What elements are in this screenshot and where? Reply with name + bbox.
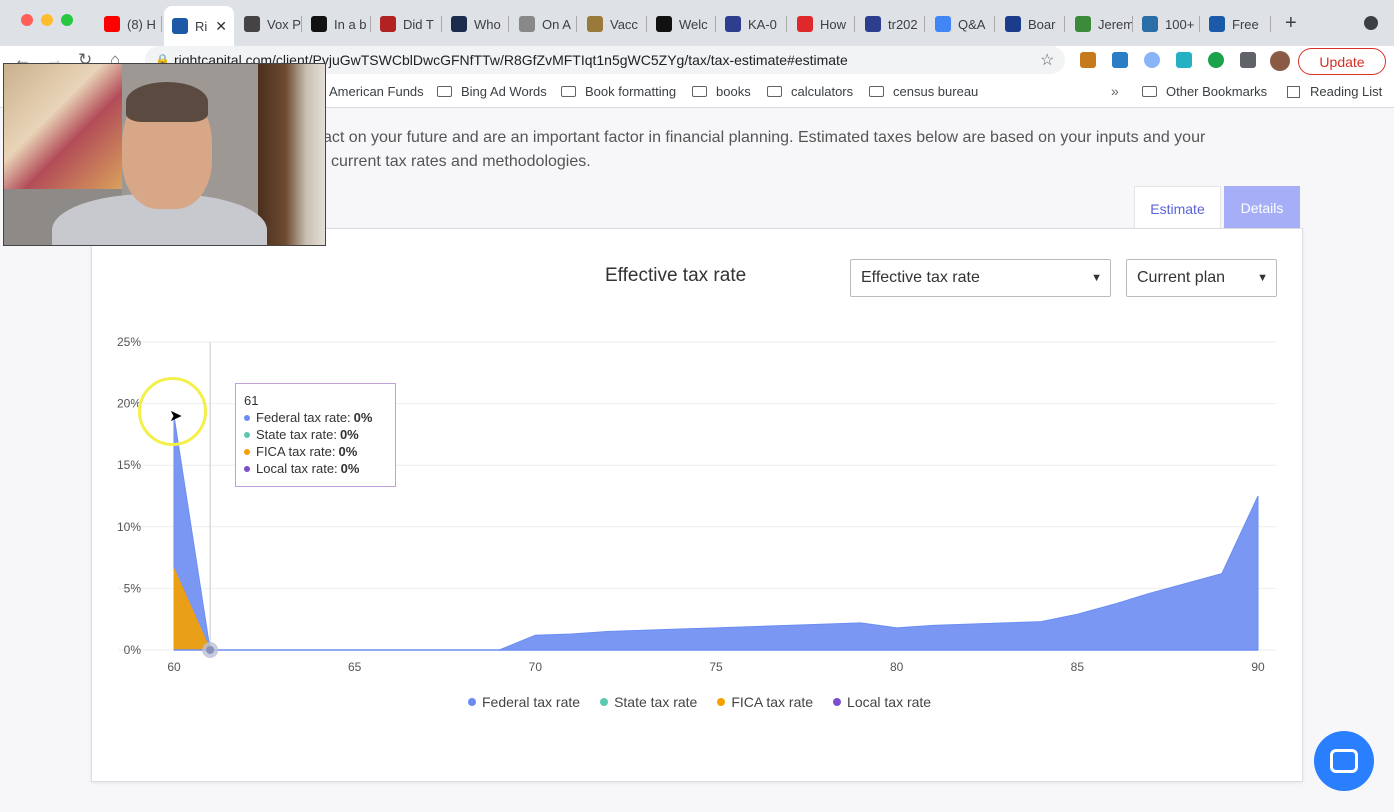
tooltip-label: FICA tax rate: bbox=[256, 444, 336, 459]
tooltip-row: FICA tax rate: 0% bbox=[244, 443, 387, 460]
legend-label: State tax rate bbox=[614, 694, 698, 710]
x-tick-label: 60 bbox=[167, 660, 181, 674]
x-tick-label: 80 bbox=[890, 660, 904, 674]
legend-label: Federal tax rate bbox=[482, 694, 581, 710]
x-tick-label: 90 bbox=[1251, 660, 1265, 674]
webcam-painting bbox=[4, 64, 122, 189]
webcam-person-hair bbox=[126, 82, 208, 122]
x-tick-label: 65 bbox=[348, 660, 362, 674]
local-dot bbox=[244, 465, 250, 472]
tooltip-value: 0% bbox=[340, 461, 360, 476]
legend-federal[interactable]: Federal tax rate bbox=[468, 694, 580, 710]
webcam-background bbox=[258, 64, 325, 245]
x-tick-label: 70 bbox=[529, 660, 543, 674]
legend-dot bbox=[468, 698, 476, 706]
x-tick-label: 85 bbox=[1071, 660, 1085, 674]
tooltip-row: Local tax rate: 0% bbox=[244, 460, 387, 477]
tooltip-value: 0% bbox=[338, 444, 358, 459]
webcam-overlay bbox=[3, 63, 326, 246]
legend-dot bbox=[717, 698, 726, 706]
tooltip-row: State tax rate: 0% bbox=[244, 426, 387, 443]
tooltip-value: 0% bbox=[339, 427, 359, 442]
state-dot bbox=[244, 431, 250, 438]
legend-local[interactable]: Local tax rate bbox=[833, 694, 931, 710]
y-tick-label: 25% bbox=[117, 335, 141, 349]
legend-dot bbox=[600, 698, 609, 706]
chat-launcher-button[interactable] bbox=[1314, 731, 1374, 791]
legend-state[interactable]: State tax rate bbox=[600, 694, 697, 710]
legend-label: FICA tax rate bbox=[731, 694, 814, 710]
tooltip-value: 0% bbox=[353, 410, 373, 425]
tooltip-label: State tax rate: bbox=[256, 427, 337, 442]
x-tick-label: 75 bbox=[709, 660, 723, 674]
chart-tooltip: 61 Federal tax rate: 0% State tax rate: 0%… bbox=[235, 383, 396, 487]
y-tick-label: 5% bbox=[124, 581, 142, 595]
legend-label: Local tax rate bbox=[847, 694, 932, 710]
tooltip-label: Federal tax rate: bbox=[256, 410, 351, 425]
tooltip-age: 61 bbox=[244, 393, 259, 408]
hover-marker bbox=[206, 646, 215, 654]
y-tick-label: 10% bbox=[117, 520, 141, 534]
y-tick-label: 0% bbox=[124, 643, 142, 657]
tooltip-label: Local tax rate: bbox=[256, 461, 338, 476]
federal-dot bbox=[244, 414, 250, 421]
legend-dot bbox=[833, 698, 842, 706]
legend-fica[interactable]: FICA tax rate bbox=[717, 694, 813, 710]
chart-legend: Federal tax rate State tax rate FICA tax… bbox=[468, 694, 931, 710]
chat-icon bbox=[1330, 749, 1358, 773]
tooltip-row: Federal tax rate: 0% bbox=[244, 409, 387, 426]
y-tick-label: 15% bbox=[117, 458, 141, 472]
mouse-cursor-icon: ➤ bbox=[169, 408, 183, 425]
fica-dot bbox=[244, 448, 250, 455]
